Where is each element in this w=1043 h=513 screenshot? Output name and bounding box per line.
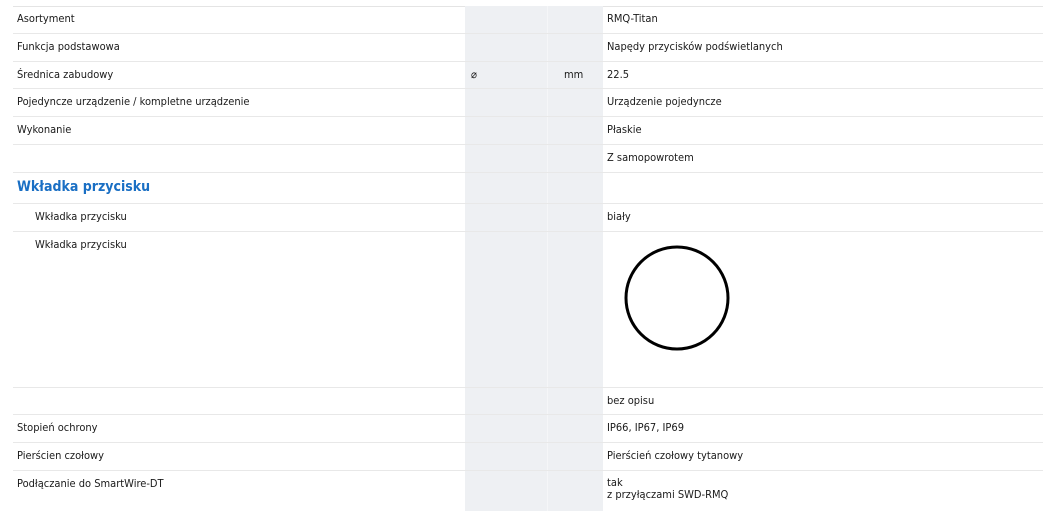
insert-circle-icon	[623, 244, 731, 355]
table-row: Stopień ochrony IP66, IP67, IP69	[13, 415, 1043, 443]
row-value: Pierścień czołowy tytanowy	[607, 449, 744, 462]
section-header-row: Wkładka przycisku	[13, 173, 1043, 204]
table-row: Wykonanie Płaskie	[13, 117, 1043, 145]
unit-label: mm	[564, 68, 584, 81]
table-row: Z samopowrotem	[13, 145, 1043, 173]
row-label: Asortyment	[17, 12, 75, 25]
row-value: Napędy przycisków podświetlanych	[607, 40, 783, 53]
row-value: RMQ-Titan	[607, 12, 658, 25]
row-value: Z samopowrotem	[607, 151, 694, 164]
row-value: Płaskie	[607, 123, 642, 136]
table-row: Asortyment RMQ-Titan	[13, 6, 1043, 34]
row-value: biały	[607, 210, 631, 223]
table-row: Pierścien czołowy Pierścień czołowy tyta…	[13, 443, 1043, 471]
row-value: Urządzenie pojedyncze	[607, 95, 722, 108]
row-label: Stopień ochrony	[17, 421, 98, 434]
table-row: Pojedyncze urządzenie / kompletne urządz…	[13, 89, 1043, 117]
row-label: Średnica zabudowy	[17, 68, 114, 81]
properties-table: Asortyment RMQ-Titan Funkcja podstawowa …	[13, 6, 1043, 511]
row-label: Wkładka przycisku	[35, 238, 127, 251]
row-value: bez opisu	[607, 394, 655, 407]
row-label: Wkładka przycisku	[35, 210, 127, 223]
row-label: Funkcja podstawowa	[17, 40, 120, 53]
row-value: tak z przyłączami SWD-RMQ	[607, 476, 729, 501]
row-label: Wykonanie	[17, 123, 72, 136]
row-value: IP66, IP67, IP69	[607, 421, 684, 434]
table-row: Funkcja podstawowa Napędy przycisków pod…	[13, 34, 1043, 62]
table-row: bez opisu	[13, 388, 1043, 415]
diameter-symbol: ⌀	[471, 68, 477, 81]
row-label: Podłączanie do SmartWire-DT	[17, 477, 164, 490]
row-value: 22.5	[607, 68, 630, 81]
row-label: Pojedyncze urządzenie / kompletne urządz…	[17, 95, 250, 108]
section-title: Wkładka przycisku	[17, 179, 151, 195]
table-row: Średnica zabudowy ⌀ mm 22.5	[13, 62, 1043, 89]
row-label: Pierścien czołowy	[17, 449, 104, 462]
table-row: Podłączanie do SmartWire-DT tak z przyłą…	[13, 471, 1043, 511]
table-row: Wkładka przycisku biały	[13, 204, 1043, 232]
table-row: Wkładka przycisku	[13, 232, 1043, 388]
